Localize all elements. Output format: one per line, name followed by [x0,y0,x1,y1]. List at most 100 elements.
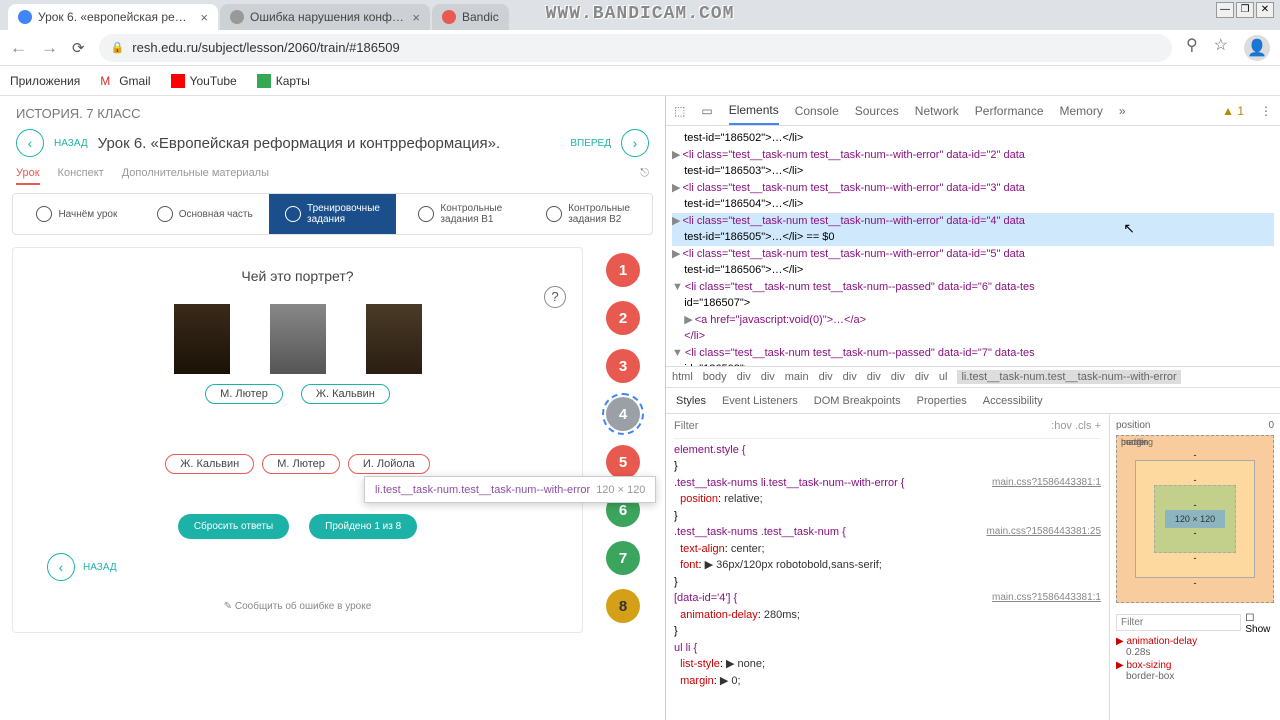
hov-toggle[interactable]: :hov [1051,418,1072,435]
progress-button[interactable]: Пройдено 1 из 8 [309,514,417,539]
page-content: ИСТОРИЯ. 7 КЛАСС ‹ НАЗАД Урок 6. «Европе… [0,96,665,720]
warnings-badge[interactable]: ▲ 1 [1222,104,1244,118]
forward-label: ВПЕРЕД [570,138,611,149]
subtab-notes[interactable]: Конспект [58,167,104,185]
tab-styles[interactable]: Styles [676,395,706,407]
devtools-menu-icon[interactable]: ⋮ [1260,104,1272,118]
back-icon[interactable]: ← [10,38,27,58]
close-tab-icon[interactable]: × [200,10,208,25]
share-icon[interactable]: ⎋ [640,167,649,185]
reload-icon[interactable]: ⟳ [72,39,85,57]
lesson-title: Урок 6. «Европейская реформация и контрр… [98,135,561,152]
task-num-2[interactable]: 2 [606,301,640,335]
favicon [230,10,244,24]
tab-performance[interactable]: Performance [975,104,1044,118]
tab-event-listeners[interactable]: Event Listeners [722,395,798,407]
task-num-1[interactable]: 1 [606,253,640,287]
star-icon[interactable]: ☆ [1214,35,1228,61]
bookmark-gmail[interactable]: MGmail [100,74,150,88]
close-tab-icon[interactable]: × [412,10,420,25]
watermark: WWW.BANDICAM.COM [546,4,735,24]
tab-properties[interactable]: Properties [917,395,967,407]
prev-lesson-button[interactable]: ‹ [16,129,44,157]
subtab-extra[interactable]: Дополнительные материалы [122,167,269,185]
window-controls: — ❐ ✕ [1216,2,1274,18]
tab-network[interactable]: Network [915,104,959,118]
step-main[interactable]: Основная часть [141,194,269,234]
clock-icon [546,206,562,222]
back-label: НАЗАД [54,138,88,149]
dom-breadcrumb[interactable]: htmlbodydivdivmaindivdivdivdivdivulli.te… [666,366,1280,388]
task-num-5[interactable]: 5 [606,445,640,479]
styles-tabs: Styles Event Listeners DOM Breakpoints P… [666,388,1280,414]
browser-tab[interactable]: Bandic [432,4,509,30]
minimize-button[interactable]: — [1216,2,1234,18]
computed-filter-input[interactable] [1116,614,1241,631]
step-training[interactable]: Тренировочныезадания [269,194,397,234]
tab-sources[interactable]: Sources [855,104,899,118]
favicon [442,10,456,24]
task-num-3[interactable]: 3 [606,349,640,383]
dom-tree[interactable]: test-id="186502">…</li> ▶<li class="test… [666,126,1280,366]
css-rules-pane[interactable]: :hov .cls + element.style {} main.css?15… [666,414,1110,720]
bookmarks-bar: Приложения MGmail YouTube Карты [0,66,1280,96]
devtools: ⬚ ▭ Elements Console Sources Network Per… [665,96,1280,720]
drag-chip[interactable]: Ж. Кальвин [165,454,254,474]
browser-tab[interactable]: Урок 6. «европейская реформа × [8,4,218,30]
tab-dom-breakpoints[interactable]: DOM Breakpoints [814,395,901,407]
address-bar: ← → ⟳ 🔒 resh.edu.ru/subject/lesson/2060/… [0,30,1280,66]
favicon [18,10,32,24]
step-control-b2[interactable]: Контрольныезадания B2 [524,194,652,234]
url-text: resh.edu.ru/subject/lesson/2060/train/#1… [132,40,399,55]
back-button[interactable]: ‹ [47,553,75,581]
styles-filter-input[interactable] [674,420,1051,432]
inspect-tooltip: li.test__task-num.test__task-num--with-e… [364,476,656,503]
answer-slot-2[interactable]: Ж. Кальвин [301,384,390,404]
profile-avatar[interactable]: 👤 [1244,35,1270,61]
tab-memory[interactable]: Memory [1060,104,1103,118]
maximize-button[interactable]: ❐ [1236,2,1254,18]
box-model-pane: position0 margin- border- padding- 120 ×… [1110,414,1280,720]
answer-slot-1[interactable]: М. Лютер [205,384,283,404]
task-num-7[interactable]: 7 [606,541,640,575]
tab-title: Ошибка нарушения конфиденц [250,10,406,24]
report-error-link[interactable]: ✎ Сообщить об ошибке в уроке [27,601,568,612]
question-text: Чей это портрет? [27,268,568,284]
portrait-2 [270,304,326,374]
tab-accessibility[interactable]: Accessibility [983,395,1043,407]
task-num-4[interactable]: 4 [606,397,640,431]
bookmark-youtube[interactable]: YouTube [171,74,237,88]
add-rule-icon[interactable]: + [1095,418,1101,435]
bookmark-maps[interactable]: Карты [257,74,310,88]
question-panel: Чей это портрет? ? М. Лютер Ж. Кальвин Ж… [12,247,583,633]
box-model[interactable]: margin- border- padding- 120 × 120- - - [1116,435,1274,603]
url-input[interactable]: 🔒 resh.edu.ru/subject/lesson/2060/train/… [99,34,1172,62]
reset-button[interactable]: Сбросить ответы [178,514,289,539]
portrait-3 [366,304,422,374]
search-icon[interactable]: ⚲ [1186,35,1198,61]
forward-icon[interactable]: → [41,38,58,58]
task-num-8[interactable]: 8 [606,589,640,623]
drag-chip[interactable]: И. Лойола [348,454,430,474]
clock-icon [418,206,434,222]
device-icon[interactable]: ▭ [701,104,712,118]
tab-elements[interactable]: Elements [729,103,779,125]
portrait-1 [174,304,230,374]
lesson-steps: Начнём урок Основная часть Тренировочные… [12,193,653,235]
subtab-lesson[interactable]: Урок [16,167,40,185]
play-icon [157,206,173,222]
next-lesson-button[interactable]: › [621,129,649,157]
drag-chip[interactable]: М. Лютер [262,454,340,474]
help-icon[interactable]: ? [544,286,566,308]
browser-tab[interactable]: Ошибка нарушения конфиденц × [220,4,430,30]
close-window-button[interactable]: ✕ [1256,2,1274,18]
step-start[interactable]: Начнём урок [13,194,141,234]
step-control-b1[interactable]: Контрольныезадания B1 [396,194,524,234]
tab-title: Bandic [462,10,499,24]
tab-console[interactable]: Console [795,104,839,118]
cls-toggle[interactable]: .cls [1075,418,1092,435]
apps-button[interactable]: Приложения [10,74,80,88]
inspect-icon[interactable]: ⬚ [674,104,685,118]
more-tabs-icon[interactable]: » [1119,104,1126,118]
lock-icon: 🔒 [111,41,125,54]
